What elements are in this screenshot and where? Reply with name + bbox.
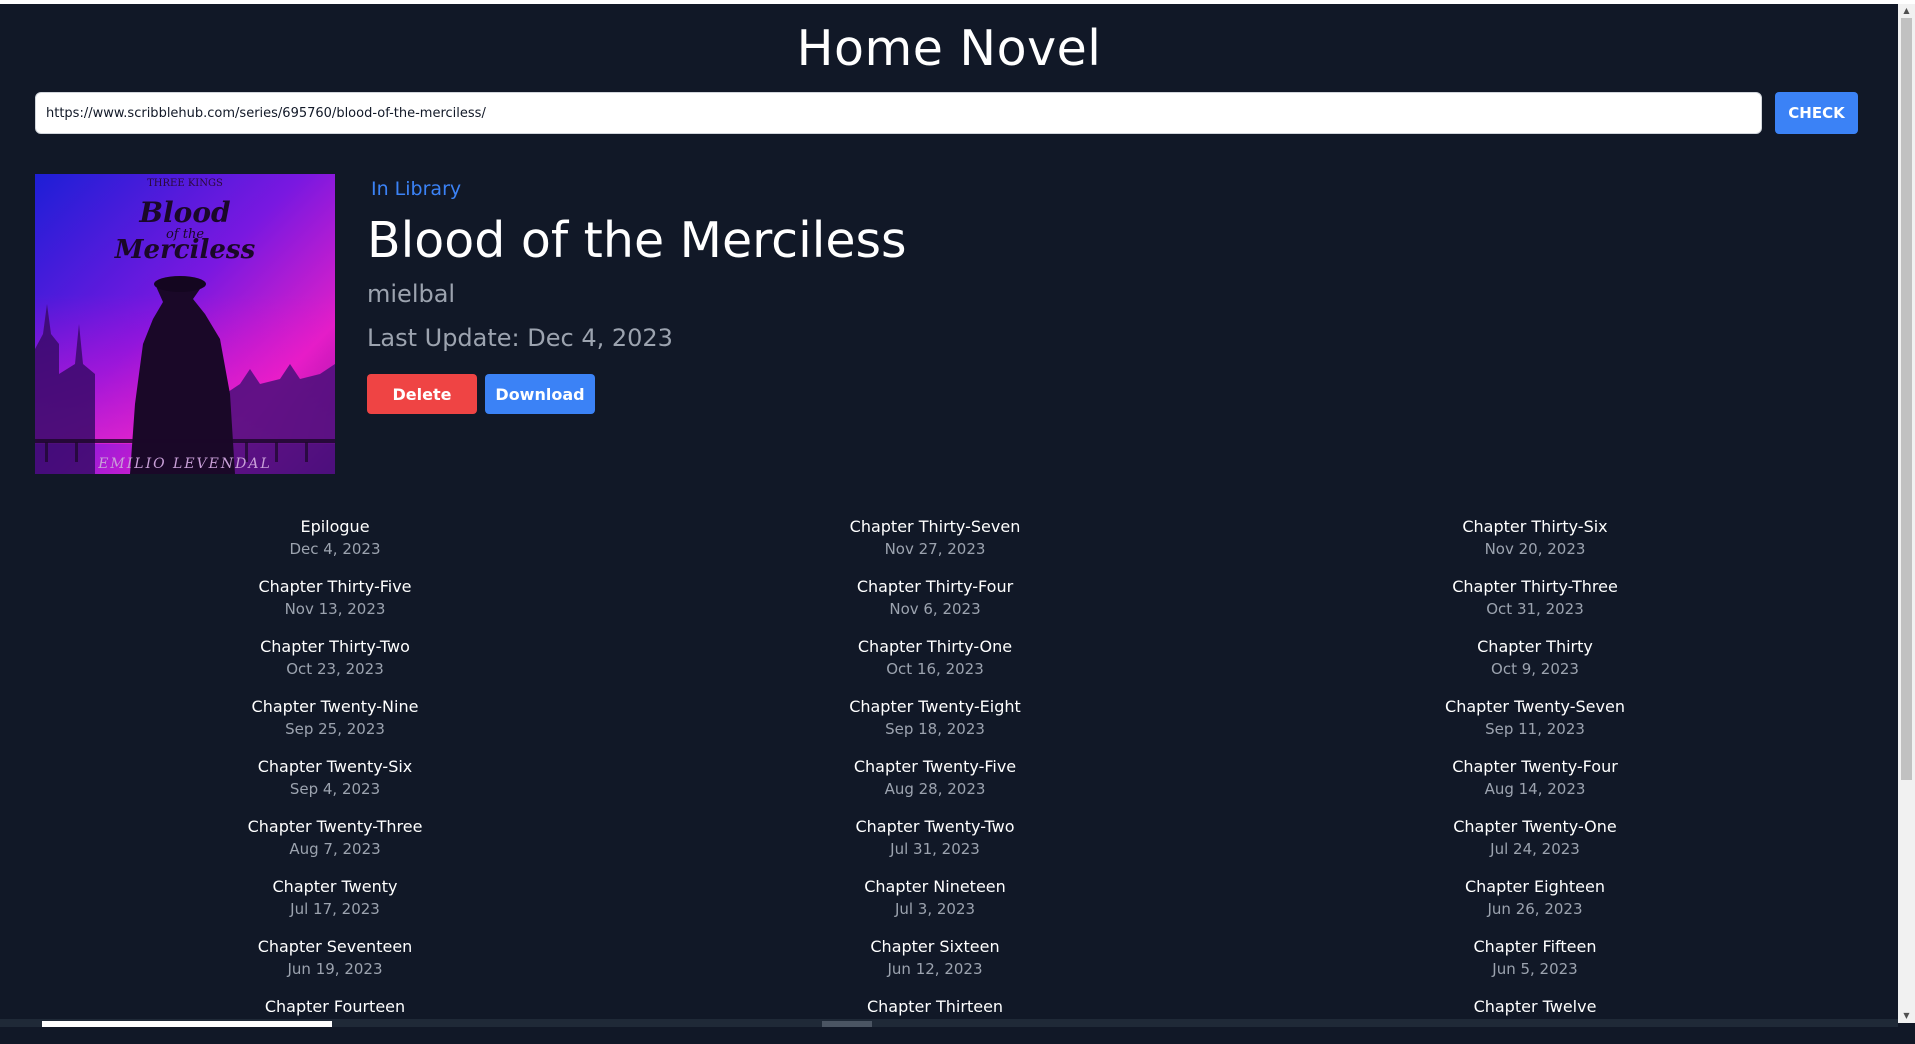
chapter-list: Epilogue Dec 4, 2023 Chapter Thirty-Seven N…	[35, 516, 1835, 1044]
chapter-date: Aug 7, 2023	[289, 840, 381, 858]
chapter-date: Jun 19, 2023	[287, 960, 383, 978]
chapter-item[interactable]: Chapter Eighteen Jun 26, 2023	[1235, 876, 1835, 924]
novel-title: Blood of the Merciless	[367, 212, 907, 269]
chapter-item[interactable]: Chapter Seventeen Jun 19, 2023	[35, 936, 635, 984]
chapter-title: Chapter Twenty-Five	[853, 757, 1017, 776]
chapter-item[interactable]: Chapter Twenty-Three Aug 7, 2023	[35, 816, 635, 864]
chapter-date: Nov 13, 2023	[284, 600, 386, 618]
cover-series-text: THREE KINGS	[147, 178, 223, 189]
chapter-title: Chapter Nineteen	[864, 877, 1006, 896]
chapter-item[interactable]: Chapter Twenty-Two Jul 31, 2023	[635, 816, 1235, 864]
chapter-item[interactable]: Chapter Fifteen Jun 5, 2023	[1235, 936, 1835, 984]
chapter-date: Jun 26, 2023	[1487, 900, 1583, 918]
chapter-title: Chapter Eighteen	[1464, 877, 1605, 896]
chapter-title: Chapter Twenty	[272, 877, 398, 896]
horizontal-scroll-marker	[822, 1021, 872, 1027]
chapter-title: Chapter Fourteen	[264, 997, 406, 1016]
chapter-date: Jul 17, 2023	[290, 900, 380, 918]
chapter-date: Aug 14, 2023	[1484, 780, 1586, 798]
chapter-item[interactable]: Chapter Thirty-Two Oct 23, 2023	[35, 636, 635, 684]
library-status: In Library	[371, 178, 462, 200]
horizontal-scroll-thumb[interactable]	[42, 1021, 332, 1027]
chapter-date: Nov 27, 2023	[884, 540, 986, 558]
chapter-date: Jul 3, 2023	[894, 900, 976, 918]
cover-title-line1: Blood	[138, 196, 230, 229]
chapter-date: Jul 31, 2023	[890, 840, 980, 858]
vertical-scroll-thumb[interactable]	[1901, 18, 1912, 780]
chapter-title: Chapter Thirty	[1477, 637, 1593, 656]
chapter-title: Chapter Seventeen	[257, 937, 413, 956]
check-button[interactable]: CHECK	[1775, 92, 1858, 134]
chapter-item[interactable]: Chapter Twenty-Nine Sep 25, 2023	[35, 696, 635, 744]
chapter-item[interactable]: Chapter Thirty-Four Nov 6, 2023	[635, 576, 1235, 624]
chapter-title: Chapter Thirty-One	[857, 637, 1013, 656]
chapter-item[interactable]: Chapter Thirty Oct 9, 2023	[1235, 636, 1835, 684]
chapter-item[interactable]: Epilogue Dec 4, 2023	[35, 516, 635, 564]
chapter-title: Chapter Twenty-Three	[247, 817, 423, 836]
chapter-title: Chapter Sixteen	[870, 937, 1000, 956]
chapter-title: Chapter Twenty-Six	[257, 757, 413, 776]
chapter-title: Chapter Thirty-Six	[1462, 517, 1608, 536]
chapter-title: Chapter Twenty-Nine	[251, 697, 419, 716]
download-button[interactable]: Download	[485, 374, 595, 414]
page-title: Home Novel	[796, 20, 1102, 77]
chapter-item[interactable]: Chapter Twenty-One Jul 24, 2023	[1235, 816, 1835, 864]
chapter-title: Chapter Thirteen	[866, 997, 1004, 1016]
chapter-date: Oct 16, 2023	[886, 660, 984, 678]
chapter-item[interactable]: Chapter Twenty-Four Aug 14, 2023	[1235, 756, 1835, 804]
chapter-title: Chapter Twenty-One	[1453, 817, 1617, 836]
chapter-title: Chapter Twelve	[1473, 997, 1597, 1016]
delete-button[interactable]: Delete	[367, 374, 477, 414]
chapter-title: Chapter Twenty-Eight	[849, 697, 1021, 716]
chapter-date: Sep 11, 2023	[1485, 720, 1585, 738]
chapter-date: Sep 25, 2023	[285, 720, 385, 738]
chapter-item[interactable]: Chapter Thirty-Six Nov 20, 2023	[1235, 516, 1835, 564]
chapter-title: Chapter Fifteen	[1473, 937, 1597, 956]
last-update: Last Update: Dec 4, 2023	[367, 324, 673, 352]
chapter-title: Chapter Thirty-Two	[260, 637, 410, 656]
url-input[interactable]	[35, 92, 1762, 134]
chapter-item[interactable]: Chapter Twenty-Seven Sep 11, 2023	[1235, 696, 1835, 744]
chapter-item[interactable]: Chapter Thirty-Three Oct 31, 2023	[1235, 576, 1835, 624]
chapter-date: Jun 5, 2023	[1492, 960, 1578, 978]
chapter-date: Dec 4, 2023	[289, 540, 381, 558]
chapter-item[interactable]: Chapter Twenty-Eight Sep 18, 2023	[635, 696, 1235, 744]
chapter-item[interactable]: Chapter Thirty-Seven Nov 27, 2023	[635, 516, 1235, 564]
chapter-item[interactable]: Chapter Twenty Jul 17, 2023	[35, 876, 635, 924]
chapter-date: Nov 6, 2023	[889, 600, 981, 618]
chapter-date: Aug 28, 2023	[884, 780, 986, 798]
chapter-item[interactable]: Chapter Thirty-One Oct 16, 2023	[635, 636, 1235, 684]
chapter-date: Oct 23, 2023	[286, 660, 384, 678]
chapter-item[interactable]: Chapter Sixteen Jun 12, 2023	[635, 936, 1235, 984]
chapter-item[interactable]: Chapter Twenty-Six Sep 4, 2023	[35, 756, 635, 804]
chapter-item[interactable]: Chapter Twenty-Five Aug 28, 2023	[635, 756, 1235, 804]
chapter-date: Sep 18, 2023	[885, 720, 985, 738]
chapter-title: Chapter Twenty-Seven	[1445, 697, 1625, 716]
cover-image: THREE KINGS Blood of the Merciless EMILI…	[35, 174, 335, 474]
chapter-date: Oct 9, 2023	[1491, 660, 1579, 678]
chapter-date: Nov 20, 2023	[1484, 540, 1586, 558]
chapter-item[interactable]: Chapter Thirty-Five Nov 13, 2023	[35, 576, 635, 624]
chapter-item[interactable]: Chapter Nineteen Jul 3, 2023	[635, 876, 1235, 924]
chapter-title: Chapter Twenty-Four	[1452, 757, 1618, 776]
cover-title-line3: Merciless	[114, 235, 256, 265]
chapter-title: Chapter Thirty-Three	[1452, 577, 1618, 596]
chapter-title: Chapter Thirty-Seven	[849, 517, 1021, 536]
chapter-date: Jun 12, 2023	[887, 960, 983, 978]
chapter-title: Chapter Thirty-Five	[258, 577, 412, 596]
cover-author-text: EMILIO LEVENDAL	[97, 456, 272, 472]
scroll-up-arrow-icon[interactable]: ▲	[1898, 4, 1915, 18]
chapter-date: Oct 31, 2023	[1486, 600, 1584, 618]
novel-author: mielbal	[367, 280, 456, 308]
chapter-title: Epilogue	[300, 517, 370, 536]
chapter-title: Chapter Thirty-Four	[856, 577, 1014, 596]
app-root: Home Novel CHECK	[0, 4, 1898, 1023]
scroll-down-arrow-icon[interactable]: ▼	[1898, 1009, 1915, 1023]
chapter-title: Chapter Twenty-Two	[855, 817, 1015, 836]
chapter-date: Sep 4, 2023	[289, 780, 381, 798]
chapter-date: Jul 24, 2023	[1490, 840, 1580, 858]
